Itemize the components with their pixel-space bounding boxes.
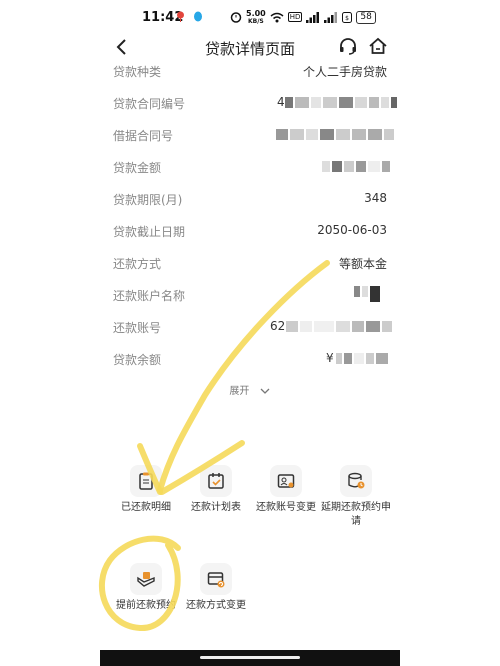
hd-badge: HD [287,12,303,22]
account-card-icon [270,465,302,497]
fn-label: 还款方式变更 [186,600,246,611]
detail-row-repayment-method: 还款方式 等额本金 [100,252,400,274]
detail-row-account-no: 还款账号 62 [100,316,400,338]
fn-label: 还款账号变更 [256,502,316,513]
nfc-icon: $ [342,11,353,23]
repayment-method-change-button[interactable]: 还款方式变更 [180,563,252,613]
clipboard-icon [130,465,162,497]
detail-row-iou-no: 借据合同号 [100,124,400,146]
net-speed-unit: KB/S [248,17,264,25]
fn-label: 还款计划表 [191,502,241,513]
detail-row-loan-type: 贷款种类 个人二手房贷款 [100,60,400,82]
home-indicator[interactable] [200,656,300,659]
redacted-mosaic [286,321,394,334]
detail-label: 还款账号 [113,321,162,335]
redacted-mosaic [285,97,399,110]
fn-label: 已还款明细 [121,502,171,513]
detail-label: 贷款金额 [113,161,162,175]
detail-row-account-name: 还款账户名称 [100,284,400,306]
svg-text:$: $ [345,15,349,22]
signal-icon [306,11,320,23]
detail-label: 贷款种类 [113,65,162,79]
detail-label: 借据合同号 [113,129,174,143]
detail-value: 个人二手房贷款 [302,65,387,79]
redacted-mosaic [322,161,392,174]
qq-icon [194,11,202,22]
app-screen: 11:42 5.00 KB/S HD $ 58 贷款详情页面 贷款种类 个人二手房… [100,0,400,666]
net-speed: 5.00 KB/S [246,8,266,25]
repayment-schedule-button[interactable]: 还款计划表 [180,465,252,515]
detail-label: 贷款合同编号 [113,97,186,111]
detail-row-contract-no: 贷款合同编号 4 [100,92,400,114]
expand-label: 展开 [229,386,250,397]
calendar-check-icon [200,465,232,497]
home-icon[interactable] [368,36,388,56]
detail-label: 贷款余额 [113,353,162,367]
detail-label: 贷款期限(月) [113,193,183,207]
detail-label: 还款账户名称 [113,289,186,303]
status-icons: 5.00 KB/S HD $ 58 [230,9,376,25]
signal-2-icon [324,11,338,23]
fn-label: 延期还款预约申请 [321,502,391,527]
detail-value: 2050-06-03 [317,223,387,237]
detail-row-end-date: 贷款截止日期 2050-06-03 [100,220,400,242]
battery-indicator: 58 [356,10,376,24]
detail-label: 还款方式 [113,257,162,271]
wifi-icon [270,12,284,22]
card-refresh-icon [200,563,232,595]
detail-value: ¥ [326,351,334,365]
fn-label: 提前还款预约 [116,600,176,611]
detail-row-term: 贷款期限(月) 348 [100,188,400,210]
nav-bar: 贷款详情页面 [100,32,400,62]
expand-toggle[interactable]: 展开 [100,382,400,397]
redacted-mosaic [336,353,390,366]
detail-row-balance: 贷款余额 ¥ [100,348,400,370]
location-pin-icon [177,11,184,22]
redacted-mosaic [276,129,396,142]
detail-label: 贷款截止日期 [113,225,186,239]
money-hand-icon [130,563,162,595]
detail-value: 4 [277,95,285,109]
deferred-repayment-button[interactable]: 延期还款预约申请 [320,465,392,529]
redacted-mosaic [354,286,382,302]
database-clock-icon [340,465,372,497]
chevron-down-icon [260,388,270,394]
detail-value: 62 [270,319,286,333]
status-bar: 11:42 5.00 KB/S HD $ 58 [100,0,400,34]
detail-row-amount: 贷款金额 [100,156,400,178]
detail-value: 等额本金 [338,257,387,271]
repaid-details-button[interactable]: 已还款明细 [110,465,182,515]
alarm-icon [230,12,242,23]
detail-value: 348 [364,191,387,205]
net-speed-value: 5.00 [246,8,266,18]
early-repayment-button[interactable]: 提前还款预约 [110,563,182,613]
customer-service-headset-icon[interactable] [338,36,358,56]
account-change-button[interactable]: 还款账号变更 [250,465,322,515]
